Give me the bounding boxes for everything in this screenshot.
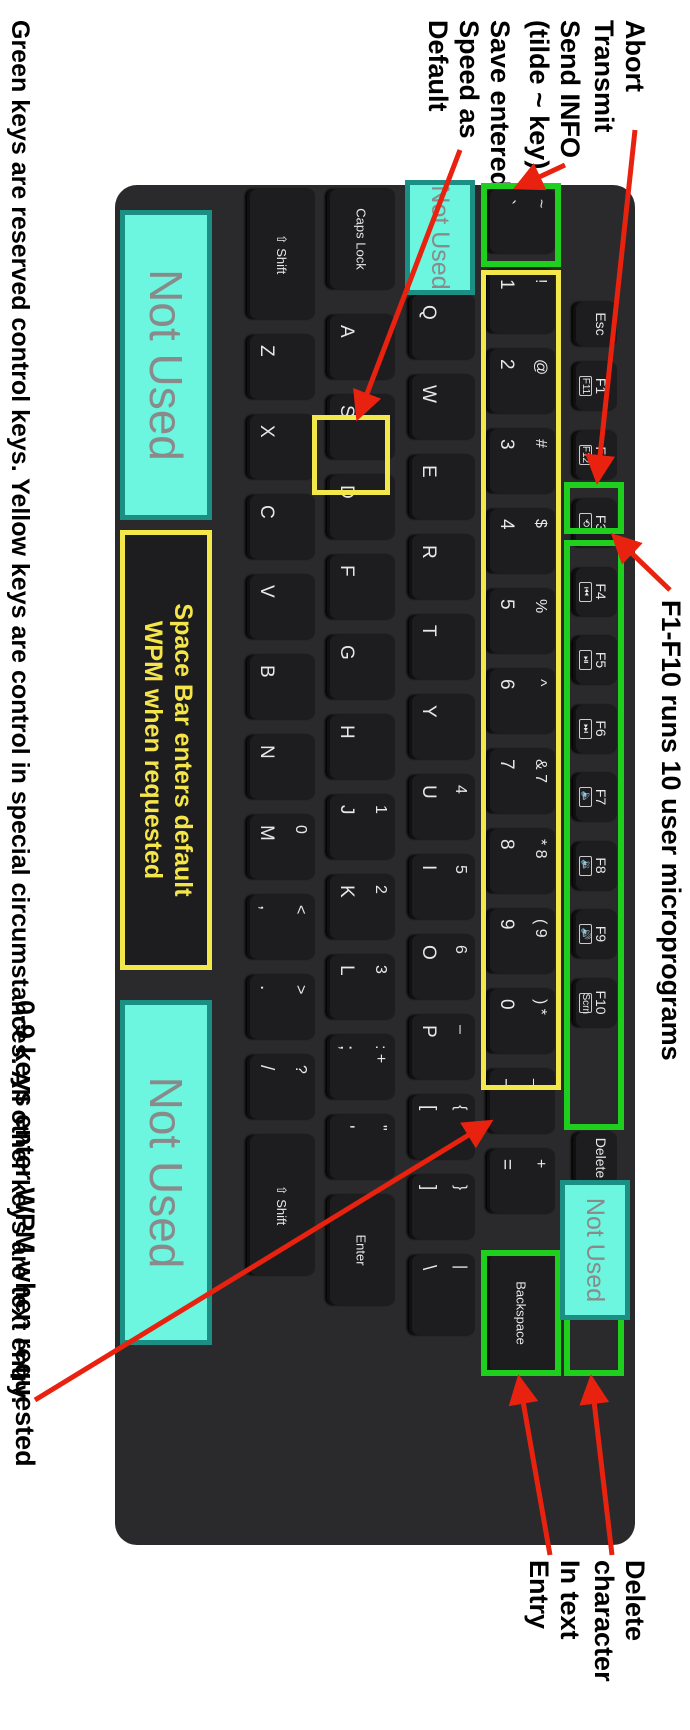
arrow-save-speed (353, 149, 463, 422)
arrow-send-info (512, 162, 567, 191)
keyboard-diagram: F1-F10 runs 10 user microprograms 0-9 ke… (0, 0, 690, 1730)
arrow-backspace (508, 1374, 553, 1556)
arrow-f-keys (610, 533, 672, 592)
annotation-arrows (33, 129, 672, 1556)
arrow-digit-keys (33, 1119, 494, 1403)
arrow-delete (579, 1374, 615, 1556)
arrow-abort (585, 129, 638, 485)
